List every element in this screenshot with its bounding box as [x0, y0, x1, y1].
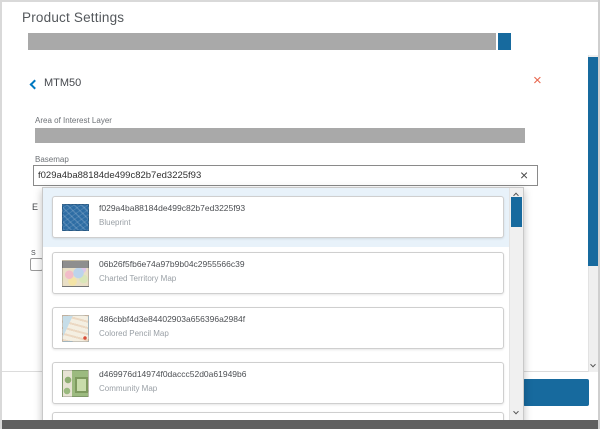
dropdown-scroll-down-arrow[interactable]: [511, 408, 521, 418]
window-border-left: [0, 0, 2, 429]
occluded-label-fragment-e: E: [32, 202, 38, 212]
basemap-option[interactable]: f029a4ba88184de499c82b7ed3225f93 Blueprin…: [52, 196, 504, 238]
basemap-option-label: Charted Territory Map: [99, 274, 176, 283]
aoi-masked-field[interactable]: [35, 128, 525, 143]
accent-square: [498, 33, 511, 50]
page-scrollbar-thumb[interactable]: [588, 57, 598, 266]
product-settings-dialog: Product Settings MTM50 × Area of Interes…: [0, 0, 600, 429]
clear-input-icon[interactable]: ×: [520, 168, 528, 182]
basemap-option-id: f029a4ba88184de499c82b7ed3225f93: [99, 203, 245, 213]
basemap-option-id: 486cbbf4d3e84402903a656396a2984f: [99, 314, 245, 324]
basemap-option[interactable]: d469976d14974f0daccc52d0a61949b6 Communit…: [52, 362, 504, 404]
aoi-label: Area of Interest Layer: [35, 116, 112, 125]
chevron-down-icon: [513, 409, 519, 415]
basemap-option[interactable]: 06b26f5fb6e74a97b9b04c2955566c39 Charted …: [52, 252, 504, 294]
basemap-option-label: Blueprint: [99, 218, 131, 227]
primary-action-button[interactable]: [523, 379, 589, 406]
basemap-input[interactable]: [33, 165, 538, 186]
bottom-page-bar: [0, 420, 600, 429]
basemap-option-id: 06b26f5fb6e74a97b9b04c2955566c39: [99, 259, 245, 269]
back-nav-mtm50[interactable]: MTM50: [31, 76, 81, 92]
occluded-label-fragment-s: S: [31, 250, 36, 257]
chevron-down-icon: [590, 362, 596, 368]
dropdown-scrollbar-thumb[interactable]: [511, 197, 522, 227]
close-icon[interactable]: ×: [533, 73, 542, 88]
basemap-option[interactable]: 486cbbf4d3e84402903a656396a2984f Colored …: [52, 307, 504, 349]
chevron-left-icon: [30, 80, 40, 90]
basemap-option-label: Community Map: [99, 384, 157, 393]
back-label: MTM50: [44, 77, 81, 89]
charted-territory-thumbnail: [62, 260, 89, 287]
page-title: Product Settings: [22, 10, 124, 25]
masked-product-field: [28, 33, 496, 50]
basemap-option-label: Colored Pencil Map: [99, 329, 169, 338]
community-map-thumbnail: [62, 370, 89, 397]
chevron-up-icon: [513, 193, 519, 199]
window-border-top: [0, 0, 600, 2]
blueprint-thumbnail: [62, 204, 89, 231]
basemap-option-id: d469976d14974f0daccc52d0a61949b6: [99, 369, 246, 379]
dropdown-scroll-up-arrow[interactable]: [511, 189, 521, 199]
page-scroll-down-arrow[interactable]: [588, 361, 598, 371]
basemap-dropdown-panel: f029a4ba88184de499c82b7ed3225f93 Blueprin…: [42, 187, 524, 429]
basemap-label: Basemap: [35, 155, 69, 164]
colored-pencil-thumbnail: [62, 315, 89, 342]
